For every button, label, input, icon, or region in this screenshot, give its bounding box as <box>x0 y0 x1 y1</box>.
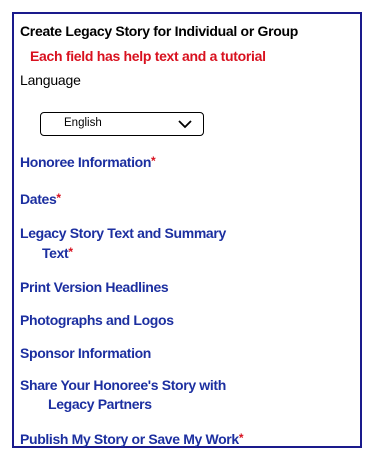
nav-share-label-line2: Legacy Partners <box>48 396 152 412</box>
chevron-down-icon <box>178 120 192 129</box>
nav-publish-save[interactable]: Publish My Story or Save My Work* <box>20 429 244 449</box>
form-title: Create Legacy Story for Individual or Gr… <box>20 23 299 39</box>
nav-dates-label: Dates <box>20 191 57 207</box>
nav-photos-label: Photographs and Logos <box>20 312 174 328</box>
language-select[interactable]: English <box>40 112 204 136</box>
nav-legacy-label-line2: Text <box>42 245 69 261</box>
nav-print-label: Print Version Headlines <box>20 279 169 295</box>
nav-sponsor-label: Sponsor Information <box>20 345 152 361</box>
required-marker: * <box>68 245 73 259</box>
nav-publish-label: Publish My Story or Save My Work <box>20 431 239 447</box>
required-marker: * <box>238 431 244 445</box>
nav-honoree-information[interactable]: Honoree Information* <box>20 152 156 172</box>
required-marker: * <box>151 154 156 168</box>
language-select-value: English <box>64 117 102 129</box>
nav-legacy-label-line2-wrap: Text* <box>20 243 226 263</box>
required-marker: * <box>56 191 61 205</box>
nav-legacy-label-line1: Legacy Story Text and Summary <box>20 225 226 241</box>
language-label: Language <box>20 72 81 88</box>
nav-legacy-story-text[interactable]: Legacy Story Text and Summary Text* <box>20 224 226 263</box>
nav-share-label-line1: Share Your Honoree's Story with <box>20 377 226 393</box>
nav-print-version-headlines[interactable]: Print Version Headlines <box>20 278 169 297</box>
nav-dates[interactable]: Dates* <box>20 189 61 209</box>
nav-photographs-logos[interactable]: Photographs and Logos <box>20 311 174 330</box>
nav-sponsor-information[interactable]: Sponsor Information <box>20 344 151 363</box>
nav-honoree-label: Honoree Information <box>20 154 152 170</box>
help-text-notice: Each field has help text and a tutorial <box>30 48 266 64</box>
nav-share-honoree-story[interactable]: Share Your Honoree's Story with Legacy P… <box>20 376 226 414</box>
